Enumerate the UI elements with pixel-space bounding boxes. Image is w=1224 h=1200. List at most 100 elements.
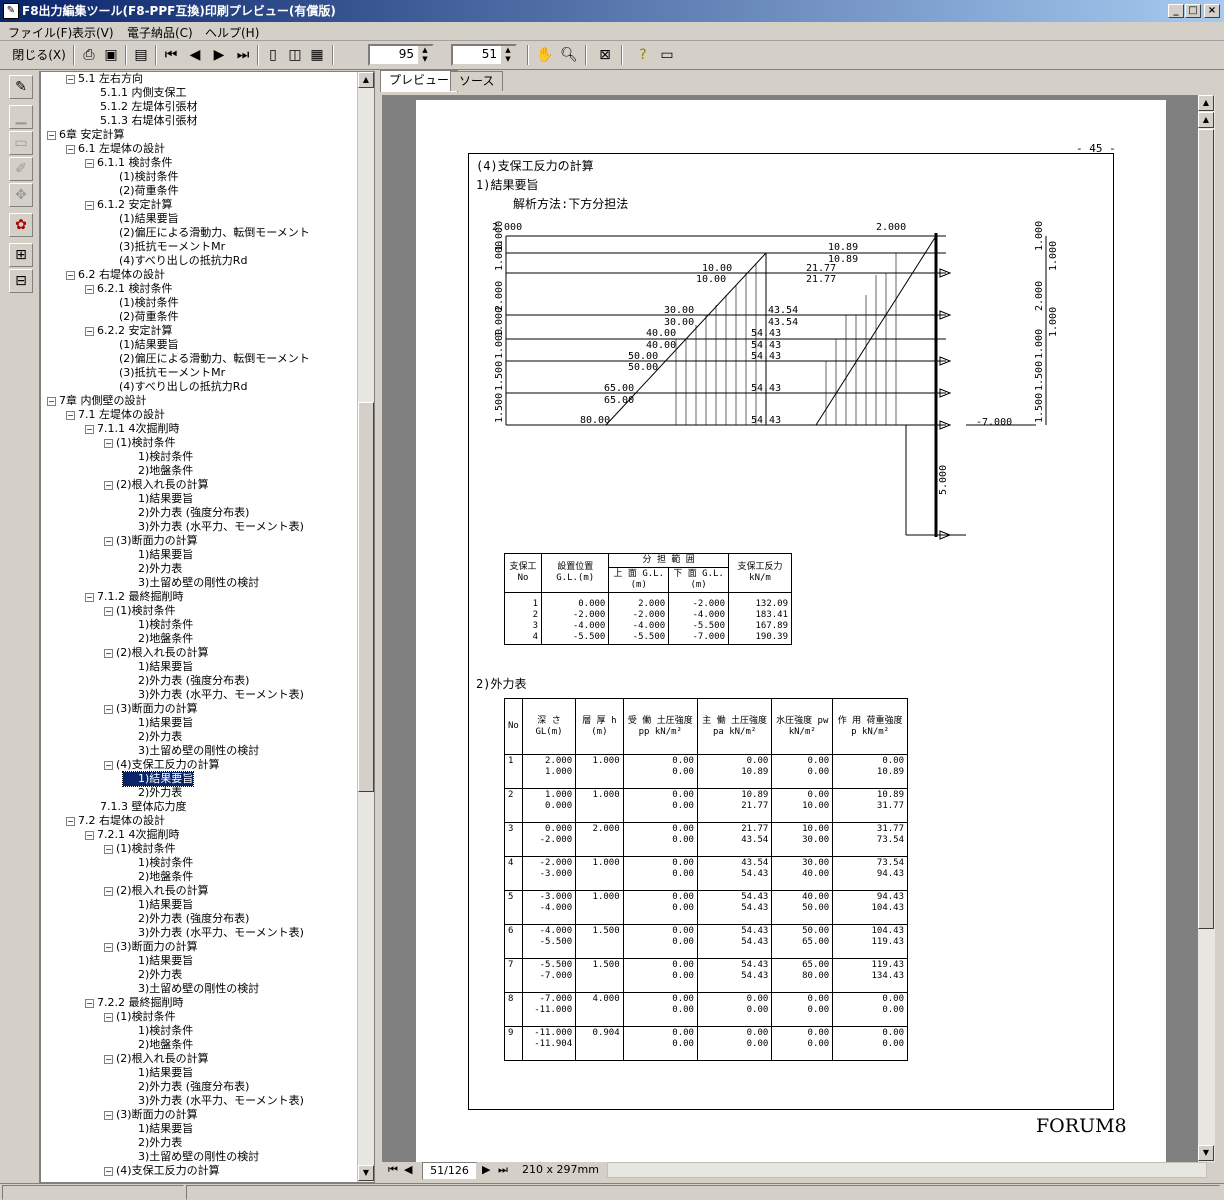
tree-node[interactable]: (1)検討条件 (104, 170, 179, 184)
tree-node[interactable]: − (3)断面力の計算 (104, 534, 198, 548)
tree-node[interactable]: 2)外力表 (123, 730, 182, 744)
menu-delivery[interactable]: 電子納品(C) (127, 24, 193, 41)
tree-expand-icon[interactable]: ⊞ (9, 243, 33, 267)
zoom-input[interactable]: 95 ▲ ▼ (368, 44, 434, 66)
tree-node[interactable]: − (4)支保工反力の計算 (104, 758, 220, 772)
tree-node[interactable]: (3)抵抗モーメントMr (104, 366, 225, 380)
last-page-icon[interactable]: ⏭ (232, 44, 254, 66)
tree-node[interactable]: 3)外力表 (水平力、モーメント表) (123, 1094, 304, 1108)
collapse-toggle-icon[interactable]: − (104, 1110, 113, 1120)
nav-next-icon[interactable]: ▶ (482, 1162, 490, 1178)
close-preview-button[interactable]: 閉じる(X) (8, 44, 70, 66)
tree-node[interactable]: −7.1 左堤体の設計 (66, 408, 165, 422)
tree-node[interactable]: 2)外力表 (123, 968, 182, 982)
collapse-toggle-icon[interactable]: − (85, 592, 94, 602)
tree-node[interactable]: 3)土留め壁の剛性の検討 (123, 744, 259, 758)
tree-node[interactable]: 1)検討条件 (123, 856, 193, 870)
collapse-toggle-icon[interactable]: − (66, 144, 75, 154)
collapse-toggle-icon[interactable]: − (85, 284, 94, 294)
prev-page-icon[interactable]: ◀ (184, 44, 206, 66)
menu-help[interactable]: ヘルプ(H) (205, 24, 259, 41)
collapse-toggle-icon[interactable]: − (104, 606, 113, 616)
scroll-down-arrow-icon[interactable]: ▼ (358, 1165, 374, 1181)
close-window-button[interactable]: × (1204, 4, 1220, 18)
tree-node[interactable]: (1)結果要旨 (104, 212, 179, 226)
tree-node[interactable]: 2)外力表 (強度分布表) (123, 506, 249, 520)
first-page-icon[interactable]: ⏮ (160, 44, 182, 66)
tree-node[interactable]: 3)外力表 (水平力、モーメント表) (123, 926, 304, 940)
fit-page-icon[interactable]: ⊠ (594, 44, 616, 66)
collapse-toggle-icon[interactable]: − (104, 886, 113, 896)
page-setup-icon[interactable]: ▤ (130, 44, 152, 66)
tree-node[interactable]: 5.1.2 左堤体引張材 (85, 100, 198, 114)
paint-icon[interactable]: ✿ (9, 213, 33, 237)
collapse-toggle-icon[interactable]: − (85, 200, 94, 210)
tree-node[interactable]: 1)検討条件 (123, 450, 193, 464)
tree-node[interactable]: 1)検討条件 (123, 618, 193, 632)
tree-node[interactable]: 2)外力表 (123, 562, 182, 576)
save-icon[interactable]: ▣ (100, 44, 122, 66)
tree-scrollbar[interactable]: ▲ ▼ (357, 72, 374, 1182)
tree-node[interactable]: 2)外力表 (強度分布表) (123, 674, 249, 688)
tree-node[interactable]: (2)偏圧による滑動力、転倒モーメント (104, 352, 310, 366)
tree-node[interactable]: 1)検討条件 (123, 1024, 193, 1038)
single-page-icon[interactable]: ▯ (262, 44, 284, 66)
tree-node[interactable]: (2)荷重条件 (104, 184, 179, 198)
tree-node[interactable]: 5.1.3 右堤体引張材 (85, 114, 198, 128)
scroll-thumb[interactable] (358, 402, 374, 792)
tree-node[interactable]: −6章 安定計算 (47, 128, 125, 142)
menu-view[interactable]: 表示(V) (72, 24, 114, 41)
preview-scroll-down-icon[interactable]: ▼ (1198, 1145, 1214, 1161)
tree-node[interactable]: (3)抵抗モーメントMr (104, 240, 225, 254)
tree-node[interactable]: −7.2.2 最終掘削時 (85, 996, 184, 1010)
tree-collapse-icon[interactable]: ⊟ (9, 269, 33, 293)
multi-page-icon[interactable]: ▦ (306, 44, 328, 66)
preview-scroll-up2-icon[interactable]: ▲ (1198, 112, 1214, 128)
tree-node[interactable]: 5.1.1 内側支保工 (85, 86, 187, 100)
tree-node[interactable]: 1)結果要旨 (123, 548, 193, 562)
tree-node[interactable]: 3)土留め壁の剛性の検討 (123, 1150, 259, 1164)
tree-node[interactable]: −5.1 左右方向 (66, 72, 143, 86)
collapse-toggle-icon[interactable]: − (47, 130, 56, 140)
tree-node[interactable]: (2)偏圧による滑動力、転倒モーメント (104, 226, 310, 240)
tree-node[interactable]: (4)すべり出しの抵抗力Rd (104, 254, 247, 268)
preview-scroll-thumb[interactable] (1198, 129, 1214, 929)
maximize-button[interactable]: □ (1185, 4, 1201, 18)
zoom-spin-arrows[interactable]: ▲ ▼ (418, 46, 432, 64)
tree-node[interactable]: −6.1.1 検討条件 (85, 156, 173, 170)
tree-node[interactable]: − (1)検討条件 (104, 1010, 176, 1024)
nav-first-icon[interactable]: ⏮ (388, 1162, 398, 1178)
tree-node[interactable]: 2)外力表 (強度分布表) (123, 1080, 249, 1094)
preview-scrollbar[interactable]: ▲ ▲ ▼ (1198, 95, 1215, 1162)
tree-node[interactable]: (4)すべり出しの抵抗力Rd (104, 380, 247, 394)
tree-node[interactable]: 1)結果要旨 (121, 771, 195, 787)
nav-prev-icon[interactable]: ◀ (404, 1162, 412, 1178)
collapse-toggle-icon[interactable]: − (104, 438, 113, 448)
collapse-toggle-icon[interactable]: − (104, 536, 113, 546)
move-icon[interactable]: ✥ (9, 183, 33, 207)
tree-node[interactable]: (2)荷重条件 (104, 310, 179, 324)
collapse-toggle-icon[interactable]: − (104, 480, 113, 490)
menu-file[interactable]: ファイル(F) (8, 24, 72, 41)
collapse-toggle-icon[interactable]: − (47, 396, 56, 406)
collapse-toggle-icon[interactable]: − (66, 74, 75, 84)
minimize-button[interactable]: _ (1168, 4, 1184, 18)
tree-node[interactable]: −6.1 左堤体の設計 (66, 142, 165, 156)
two-page-icon[interactable]: ◫ (284, 44, 306, 66)
collapse-toggle-icon[interactable]: − (104, 1012, 113, 1022)
rectangle-icon[interactable]: ▭ (9, 131, 33, 155)
page-number-input[interactable]: 51 ▲ ▼ (451, 44, 517, 66)
tree-node[interactable]: 3)土留め壁の剛性の検討 (123, 576, 259, 590)
tree-node[interactable]: 2)地盤条件 (123, 1038, 193, 1052)
tree-node[interactable]: −6.1.2 安定計算 (85, 198, 173, 212)
zoom-icon[interactable]: 🔍︎ (558, 44, 580, 66)
tree-node[interactable]: − (1)検討条件 (104, 842, 176, 856)
tree-node[interactable]: 1)結果要旨 (123, 1066, 193, 1080)
scroll-up-arrow-icon[interactable]: ▲ (358, 72, 374, 88)
tab-source[interactable]: ソース (450, 71, 504, 91)
tree-node[interactable]: −7.1.2 最終掘削時 (85, 590, 184, 604)
tree-node[interactable]: −7章 内側壁の設計 (47, 394, 147, 408)
help-icon[interactable]: ? (632, 44, 654, 66)
tree-node[interactable]: 1)結果要旨 (123, 898, 193, 912)
tree-node[interactable]: − (3)断面力の計算 (104, 1108, 198, 1122)
